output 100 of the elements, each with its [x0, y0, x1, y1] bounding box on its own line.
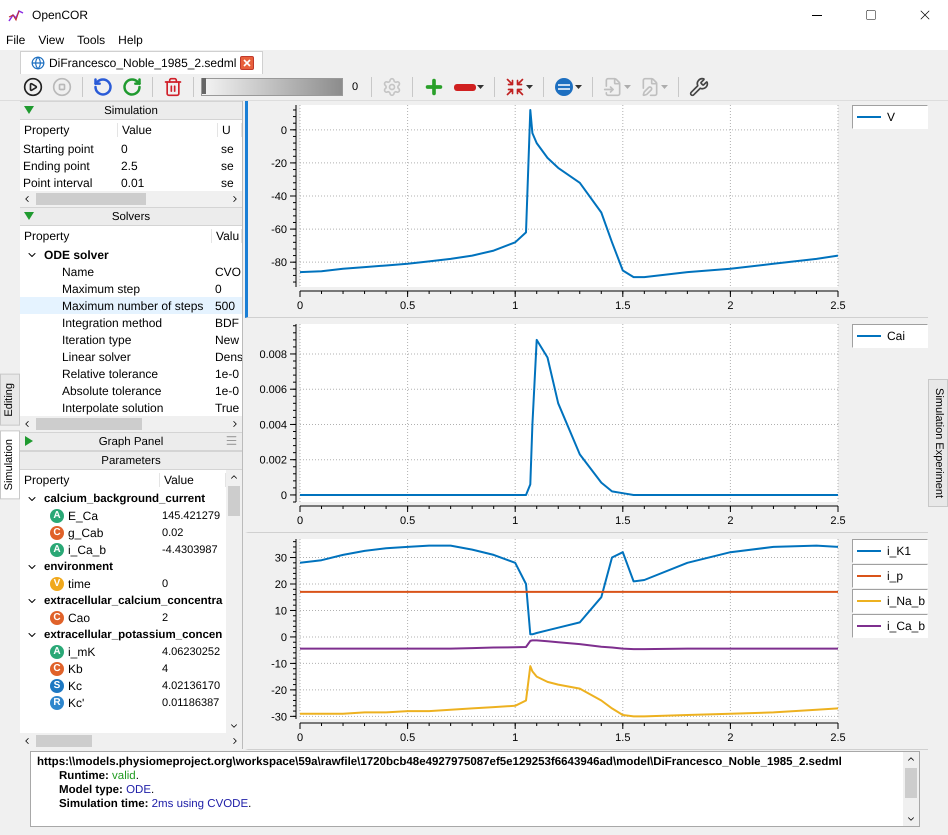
menu-item[interactable]: Tools	[71, 33, 112, 47]
solver-row[interactable]: Integration method BDF	[20, 314, 242, 331]
document-tab[interactable]: DiFrancesco_Noble_1985_2.sedml	[20, 51, 264, 74]
legend-line-icon	[857, 334, 881, 338]
column-header: Valu	[212, 229, 242, 243]
parameter-name: Kc	[68, 678, 82, 692]
caret-icon	[624, 85, 632, 89]
tick-label: 0	[296, 300, 304, 312]
parameter-value: -4.4303987	[161, 544, 219, 556]
parameter-value: 0.02	[161, 526, 184, 538]
refresh-icon	[122, 77, 142, 97]
property-value: 2.5	[120, 158, 139, 172]
trash-icon	[163, 77, 183, 97]
property-unit: se	[220, 158, 235, 172]
play-icon	[23, 77, 43, 97]
solver-row[interactable]: Absolute tolerance 1e-0	[20, 382, 242, 399]
scrollbar[interactable]	[226, 470, 242, 733]
document-icon	[603, 77, 624, 97]
tick-label: 2.5	[830, 300, 846, 312]
tick-label: 0.004	[259, 419, 287, 432]
app-logo	[8, 7, 24, 23]
scrollbar[interactable]	[20, 733, 242, 749]
side-tab[interactable]: Simulation Experiment	[928, 379, 948, 508]
parameter-name: g_Cab	[68, 526, 104, 540]
legend-item[interactable]: i_K1	[852, 539, 928, 563]
graph-panel[interactable]: -80 -60 -40 -20 0 0 0.5 1 1.5 2 2.5 V	[245, 101, 928, 318]
caret-icon	[661, 85, 668, 89]
legend-line-icon	[857, 115, 881, 119]
column-header: Property	[20, 229, 212, 243]
property-unit: se	[220, 176, 235, 190]
close-icon	[243, 59, 252, 67]
graph-panel[interactable]: -30 -20 -10 0 10 20 30 0 0.5 1 1.5 2 2.5 i_K1 i_p i_Na_b i_Ca_b	[245, 535, 928, 750]
tick-label: 0.5	[400, 515, 416, 527]
solver-row[interactable]: Maximum step 0	[20, 280, 242, 297]
delay-slider[interactable]	[201, 78, 343, 96]
scrollbar[interactable]	[903, 752, 919, 826]
solver-row[interactable]: Interpolate solution True	[20, 399, 242, 416]
caret-icon	[575, 85, 582, 89]
graph-panel[interactable]: 0 0.002 0.004 0.006 0.008 0 0.5 1 1.5 2 2.5 Cai	[245, 320, 928, 533]
legend-item[interactable]: i_p	[852, 564, 928, 588]
tab-close-button[interactable]	[240, 56, 254, 70]
parameter-name: Kb	[68, 662, 83, 676]
output-line: Runtime: valid.	[58, 769, 140, 783]
tick-label: 2.5	[830, 732, 846, 744]
solver-row[interactable]: Maximum number of steps 500	[20, 297, 242, 314]
variable-type-badge: C	[50, 662, 64, 676]
tick-label: -20	[271, 684, 287, 697]
delay-value: 0	[351, 81, 360, 93]
tick-label: 2	[727, 732, 734, 744]
slider-thumb[interactable]	[202, 78, 206, 94]
menu-item[interactable]: File	[0, 33, 32, 47]
tick-label: 0.5	[400, 300, 416, 312]
scrollbar-thumb[interactable]	[228, 486, 240, 516]
side-tab[interactable]: Simulation	[0, 430, 20, 499]
legend-item[interactable]: i_Na_b	[852, 589, 928, 613]
file-path: https:\\models.physiomeproject.org\workspace\59a\rawfile\1720bcb48e4927975087ef5e129253f6643946ad\model\DiFrancesco_Noble_1985_2.sedml	[37, 755, 843, 769]
tick-label: 1.5	[615, 300, 630, 312]
scrollbar-thumb[interactable]	[36, 193, 146, 205]
tick-label: -60	[271, 224, 287, 236]
section-header[interactable]: Simulation	[20, 101, 242, 120]
legend-item[interactable]: Cai	[852, 324, 928, 348]
tools-icon	[689, 77, 710, 97]
legend-item[interactable]: i_Ca_b	[852, 614, 928, 638]
tick-label: 1	[512, 732, 518, 744]
variable-type-badge: A	[50, 508, 64, 522]
group-name: ODE solver	[44, 248, 110, 262]
legend-item[interactable]: V	[852, 105, 928, 129]
parameter-value: 4.06230252	[161, 646, 222, 658]
solver-row[interactable]: Iteration type New	[20, 331, 242, 348]
solver-row[interactable]: Relative tolerance 1e-0	[20, 365, 242, 382]
scrollbar-thumb[interactable]	[905, 768, 917, 798]
scrollbar[interactable]	[20, 191, 242, 207]
tick-label: 0	[296, 515, 304, 527]
tick-label: 1	[512, 300, 518, 312]
tick-label: 0.008	[259, 348, 287, 361]
tick-label: 1.5	[615, 515, 630, 527]
side-tab[interactable]: Editing	[0, 374, 20, 426]
section-header: Parameters	[20, 451, 242, 470]
menu-item[interactable]: View	[32, 33, 72, 47]
tick-label: 2	[727, 300, 734, 312]
column-header: Property	[20, 123, 118, 137]
scrollbar-thumb[interactable]	[36, 418, 142, 430]
tick-label: 0	[280, 632, 287, 644]
parameter-name: time	[68, 576, 91, 590]
section-header[interactable]: Solvers	[20, 207, 242, 226]
scrollbar[interactable]	[20, 416, 242, 432]
stop-icon	[52, 77, 72, 97]
tick-label: 0.5	[400, 732, 416, 744]
solver-row[interactable]: Name CVO	[20, 263, 242, 280]
group-name: calcium_background_current	[44, 492, 206, 504]
section-header[interactable]: Graph Panel	[20, 432, 242, 451]
menu-item[interactable]: Help	[112, 33, 150, 47]
group-name: environment	[44, 560, 114, 572]
tick-label: -10	[271, 658, 287, 670]
tick-label: -30	[271, 711, 287, 724]
variable-type-badge: A	[50, 542, 64, 556]
variable-type-badge: S	[50, 678, 64, 692]
scrollbar-thumb[interactable]	[36, 735, 92, 747]
property-value: 0.01	[120, 176, 146, 190]
property-unit: se	[220, 142, 235, 156]
